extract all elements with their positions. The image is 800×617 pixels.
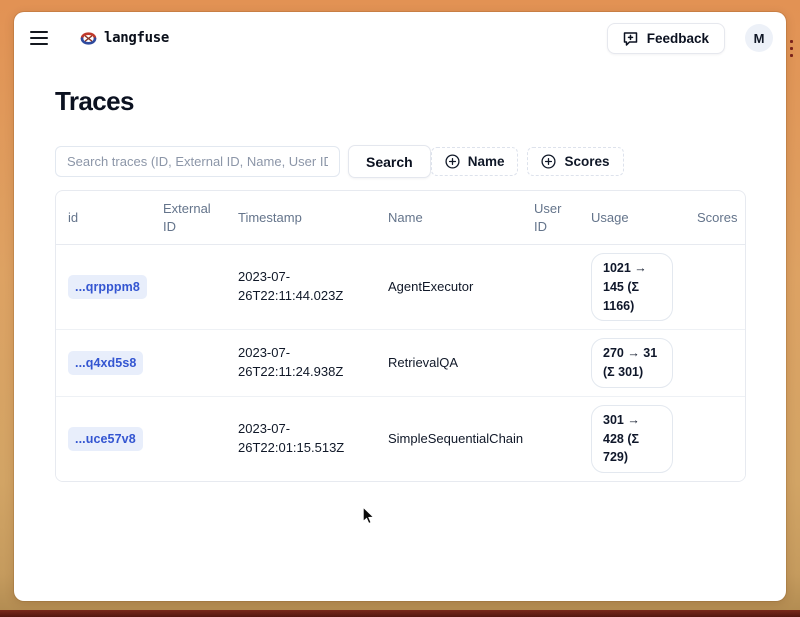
column-header-name: Name (376, 200, 522, 236)
usage-badge: 1021 → 145 (Σ 1166) (591, 253, 673, 321)
column-header-user-id: User ID (522, 191, 579, 244)
name-cell: RetrievalQA (376, 346, 522, 381)
topbar: langfuse Feedback M (14, 12, 786, 62)
user-id-cell (522, 355, 579, 371)
message-plus-icon (623, 31, 638, 46)
search-row: Search Name (55, 145, 746, 178)
trace-id-link[interactable]: ...qrpppm8 (68, 275, 147, 299)
trace-id-cell: ...qrpppm8 (56, 267, 151, 307)
brand-wordmark: langfuse (104, 30, 169, 46)
column-header-usage: Usage (579, 200, 685, 236)
scores-cell (685, 431, 745, 447)
feedback-label: Feedback (647, 31, 709, 46)
table-row[interactable]: ...uce57v8 2023-07-26T22:01:15.513Z Simp… (56, 396, 745, 481)
feedback-button[interactable]: Feedback (607, 23, 725, 54)
column-header-external-id: External ID (151, 191, 226, 244)
external-id-cell (151, 355, 226, 371)
plus-circle-icon (541, 154, 556, 169)
user-id-cell (522, 431, 579, 447)
trace-id-link[interactable]: ...q4xd5s8 (68, 351, 143, 375)
search-button[interactable]: Search (348, 145, 431, 178)
usage-cell: 1021 → 145 (Σ 1166) (579, 245, 685, 329)
filter-scores-label: Scores (564, 154, 609, 169)
page-title: Traces (55, 86, 746, 117)
trace-id-cell: ...q4xd5s8 (56, 343, 151, 383)
search-input[interactable] (55, 146, 340, 177)
usage-badge: 301 → 428 (Σ 729) (591, 405, 673, 473)
filter-name-button[interactable]: Name (431, 147, 519, 176)
frame-texture-dots (790, 40, 793, 57)
usage-badge: 270 → 31 (Σ 301) (591, 338, 673, 388)
demo-frame: langfuse Feedback M Tr (0, 0, 800, 617)
table-row[interactable]: ...qrpppm8 2023-07-26T22:11:44.023Z Agen… (56, 245, 745, 329)
filter-name-label: Name (468, 154, 505, 169)
brand[interactable]: langfuse (80, 30, 169, 46)
name-cell: SimpleSequentialChain (376, 422, 522, 457)
external-id-cell (151, 431, 226, 447)
traces-table: id External ID Timestamp Name User ID Us… (55, 190, 746, 482)
column-header-timestamp: Timestamp (226, 200, 376, 236)
menu-icon[interactable] (30, 23, 60, 53)
plus-circle-icon (445, 154, 460, 169)
filter-scores-button[interactable]: Scores (527, 147, 623, 176)
timestamp-cell: 2023-07-26T22:01:15.513Z (226, 412, 376, 466)
timestamp-cell: 2023-07-26T22:11:24.938Z (226, 336, 376, 390)
main-content: Traces Search Name (14, 86, 786, 482)
table-row[interactable]: ...q4xd5s8 2023-07-26T22:11:24.938Z Retr… (56, 329, 745, 396)
avatar[interactable]: M (745, 24, 773, 52)
scores-cell (685, 279, 745, 295)
column-header-id: id (56, 200, 151, 236)
frame-bottom-strip (0, 610, 800, 617)
name-cell: AgentExecutor (376, 270, 522, 305)
langfuse-logo-icon (80, 31, 97, 46)
avatar-initial: M (754, 31, 765, 46)
usage-cell: 301 → 428 (Σ 729) (579, 397, 685, 481)
trace-id-link[interactable]: ...uce57v8 (68, 427, 143, 451)
table-header-row: id External ID Timestamp Name User ID Us… (56, 191, 745, 245)
topbar-right: Feedback M (607, 23, 773, 54)
trace-id-cell: ...uce57v8 (56, 419, 151, 459)
column-header-scores: Scores (685, 200, 746, 236)
user-id-cell (522, 279, 579, 295)
timestamp-cell: 2023-07-26T22:11:44.023Z (226, 260, 376, 314)
external-id-cell (151, 279, 226, 295)
usage-cell: 270 → 31 (Σ 301) (579, 330, 685, 396)
scores-cell (685, 355, 745, 371)
app-window: langfuse Feedback M Tr (14, 12, 786, 601)
